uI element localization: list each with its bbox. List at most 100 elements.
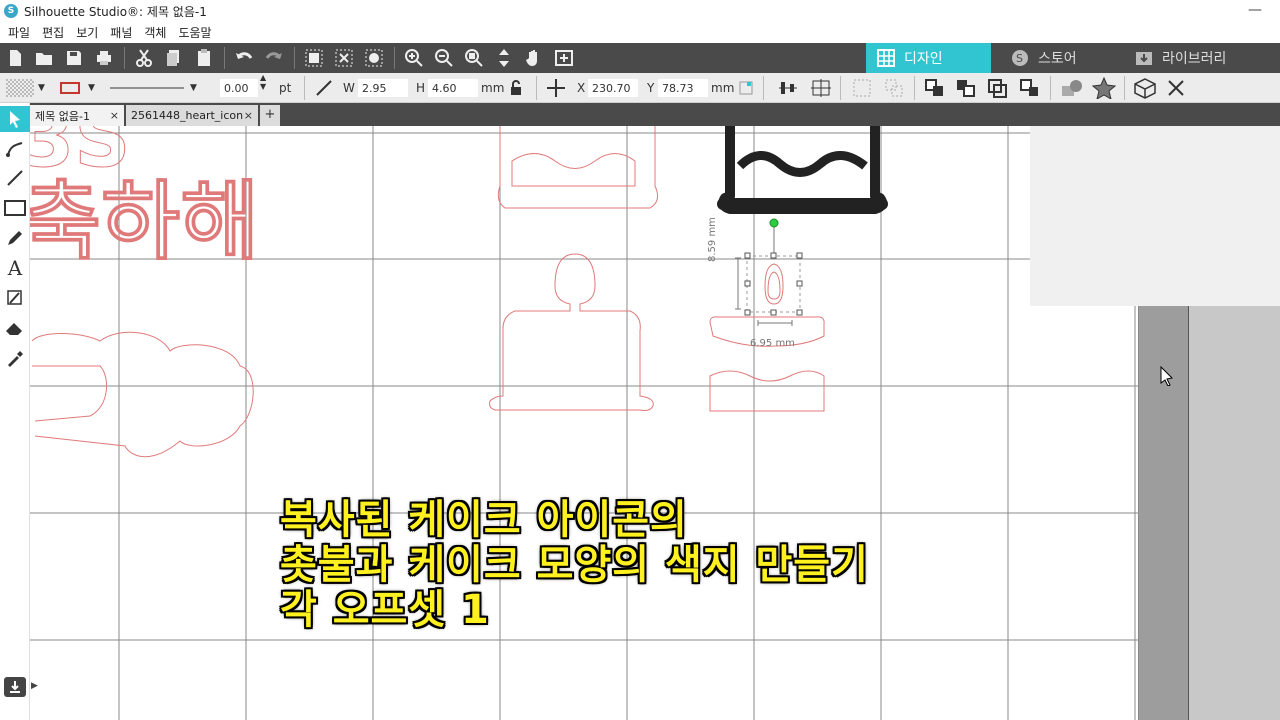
doc-tab-untitled[interactable]: 제목 없음-1 × [30, 105, 124, 126]
caption-line-1: 복사된 케이크 아이콘의 [280, 497, 688, 543]
tab-design-label: 디자인 [904, 51, 943, 67]
menu-edit[interactable]: 편집 [42, 24, 64, 41]
zoom-fit-icon[interactable] [462, 46, 486, 70]
cake-band-outline [709, 316, 825, 412]
line-width-stepper[interactable]: ▲ ▼ [260, 73, 266, 103]
tab-design[interactable]: 디자인 [866, 43, 991, 73]
position-anchor-icon[interactable] [738, 73, 754, 103]
y-input[interactable]: 78.73 [658, 79, 708, 97]
grid-icon [876, 48, 896, 68]
minimize-button[interactable]: — [1248, 2, 1262, 18]
line-color-dropdown-icon[interactable]: ▼ [88, 73, 95, 103]
fill-dropdown-icon[interactable]: ▼ [38, 73, 45, 103]
side-panel [1030, 126, 1280, 306]
zoom-out-icon[interactable] [432, 46, 456, 70]
print-icon[interactable] [92, 46, 116, 70]
add-page-icon[interactable] [552, 46, 576, 70]
selected-object[interactable] [735, 218, 803, 326]
zoom-in-icon[interactable] [402, 46, 426, 70]
cake-outline-lower [489, 253, 654, 411]
doc-tab-heart-icon[interactable]: 2561448_heart_icon × [126, 105, 258, 126]
line-style-icon[interactable] [110, 73, 184, 103]
window-title: Silhouette Studio®: 제목 없음-1 [24, 4, 207, 19]
fill-pattern-icon[interactable] [6, 73, 34, 103]
height-label: H [416, 81, 426, 95]
rectangle-tool-icon[interactable] [3, 196, 27, 220]
height-input[interactable]: 4.60 [428, 79, 478, 97]
main-toolbar: 디자인 S 스토어 라이브러리 [0, 43, 1280, 73]
group-icon[interactable] [852, 73, 872, 103]
line-tool-icon[interactable] [3, 166, 27, 190]
title-bar: S Silhouette Studio®: 제목 없음-1 — [0, 0, 1280, 22]
properties-toolbar: ▼ ▼ ▼ 0.00 ▲ ▼ pt W 2.95 H 4.60 mm X 230.… [0, 73, 1280, 103]
line-width-input[interactable]: 0.00 [220, 79, 258, 97]
select-tool-icon[interactable] [0, 106, 30, 132]
align-icon[interactable] [777, 73, 799, 103]
cut-icon[interactable] [132, 46, 156, 70]
caption-line-2: 촛불과 케이크 모양의 색지 만들기 [280, 542, 869, 588]
eraser-tool-icon[interactable] [3, 316, 27, 340]
doc-tab-label: 2561448_heart_icon [131, 109, 244, 122]
pan-arrows-icon[interactable] [492, 46, 516, 70]
line-width-unit: pt [279, 81, 292, 95]
pencil-tool-icon[interactable] [3, 226, 27, 250]
new-file-icon[interactable] [3, 46, 27, 70]
copy-icon[interactable] [162, 46, 186, 70]
store-logo-icon: S [1010, 48, 1030, 68]
tab-library[interactable]: 라이브러리 [1124, 43, 1264, 73]
menu-object[interactable]: 객체 [144, 24, 166, 41]
menu-bar: 파일 편집 보기 패널 객체 도움말 [0, 22, 1280, 42]
bring-front-icon[interactable] [924, 73, 946, 103]
tab-store[interactable]: S 스토어 [1000, 43, 1120, 73]
y-label: Y [647, 81, 655, 95]
line-tool-icon [314, 73, 334, 103]
star-icon[interactable] [1092, 73, 1116, 103]
cake-outline-top [497, 126, 659, 209]
lock-aspect-icon[interactable] [508, 73, 524, 103]
select-by-color-icon[interactable] [362, 46, 386, 70]
cake-icon-black [717, 126, 888, 214]
eraser-knife-tool-icon[interactable] [3, 286, 27, 310]
ungroup-icon[interactable] [884, 73, 904, 103]
line-style-dropdown-icon[interactable]: ▼ [190, 73, 197, 103]
x-label: X [577, 81, 586, 95]
menu-help[interactable]: 도움말 [178, 24, 211, 41]
add-tab-button[interactable]: + [260, 105, 280, 126]
move-icon [546, 73, 566, 103]
select-all-icon[interactable] [302, 46, 326, 70]
import-icon[interactable] [4, 677, 26, 697]
menu-file[interactable]: 파일 [8, 24, 30, 41]
width-input[interactable]: 2.95 [358, 79, 408, 97]
close-tab-icon[interactable]: × [110, 109, 119, 122]
send-back-icon[interactable] [955, 73, 977, 103]
position-unit: mm [711, 81, 735, 95]
menu-view[interactable]: 보기 [76, 24, 98, 41]
open-folder-icon[interactable] [32, 46, 56, 70]
center-align-icon[interactable] [810, 73, 832, 103]
paste-icon[interactable] [192, 46, 216, 70]
bring-forward-icon[interactable] [987, 73, 1009, 103]
hand-tool-icon[interactable] [522, 46, 546, 70]
menu-panel[interactable]: 패널 [110, 24, 132, 41]
send-backward-icon[interactable] [1019, 73, 1041, 103]
node-edit-tool-icon[interactable] [3, 137, 27, 161]
line-color-icon[interactable] [60, 73, 80, 103]
svg-text:축하해: 축하해 [30, 172, 259, 272]
doc-tab-label: 제목 없음-1 [35, 109, 90, 123]
document-tabs: 제목 없음-1 × 2561448_heart_icon × + [30, 103, 1280, 126]
close-tab-icon[interactable]: × [244, 109, 253, 122]
save-icon[interactable] [62, 46, 86, 70]
undo-icon[interactable] [232, 46, 256, 70]
3d-box-icon[interactable] [1132, 73, 1158, 103]
expand-arrow-icon[interactable]: ▶ [31, 681, 38, 691]
width-label: W [343, 81, 355, 95]
caption-line-3: 각 오프셋 1 [280, 587, 490, 633]
eyedropper-tool-icon[interactable] [3, 346, 27, 370]
x-input[interactable]: 230.70 [588, 79, 638, 97]
deselect-icon[interactable] [332, 46, 356, 70]
redo-icon[interactable] [262, 46, 286, 70]
weld-icon[interactable] [1060, 73, 1084, 103]
text-tool-icon[interactable]: A [3, 256, 27, 280]
svg-text:S: S [1016, 52, 1023, 65]
close-panel-icon[interactable] [1166, 73, 1186, 103]
